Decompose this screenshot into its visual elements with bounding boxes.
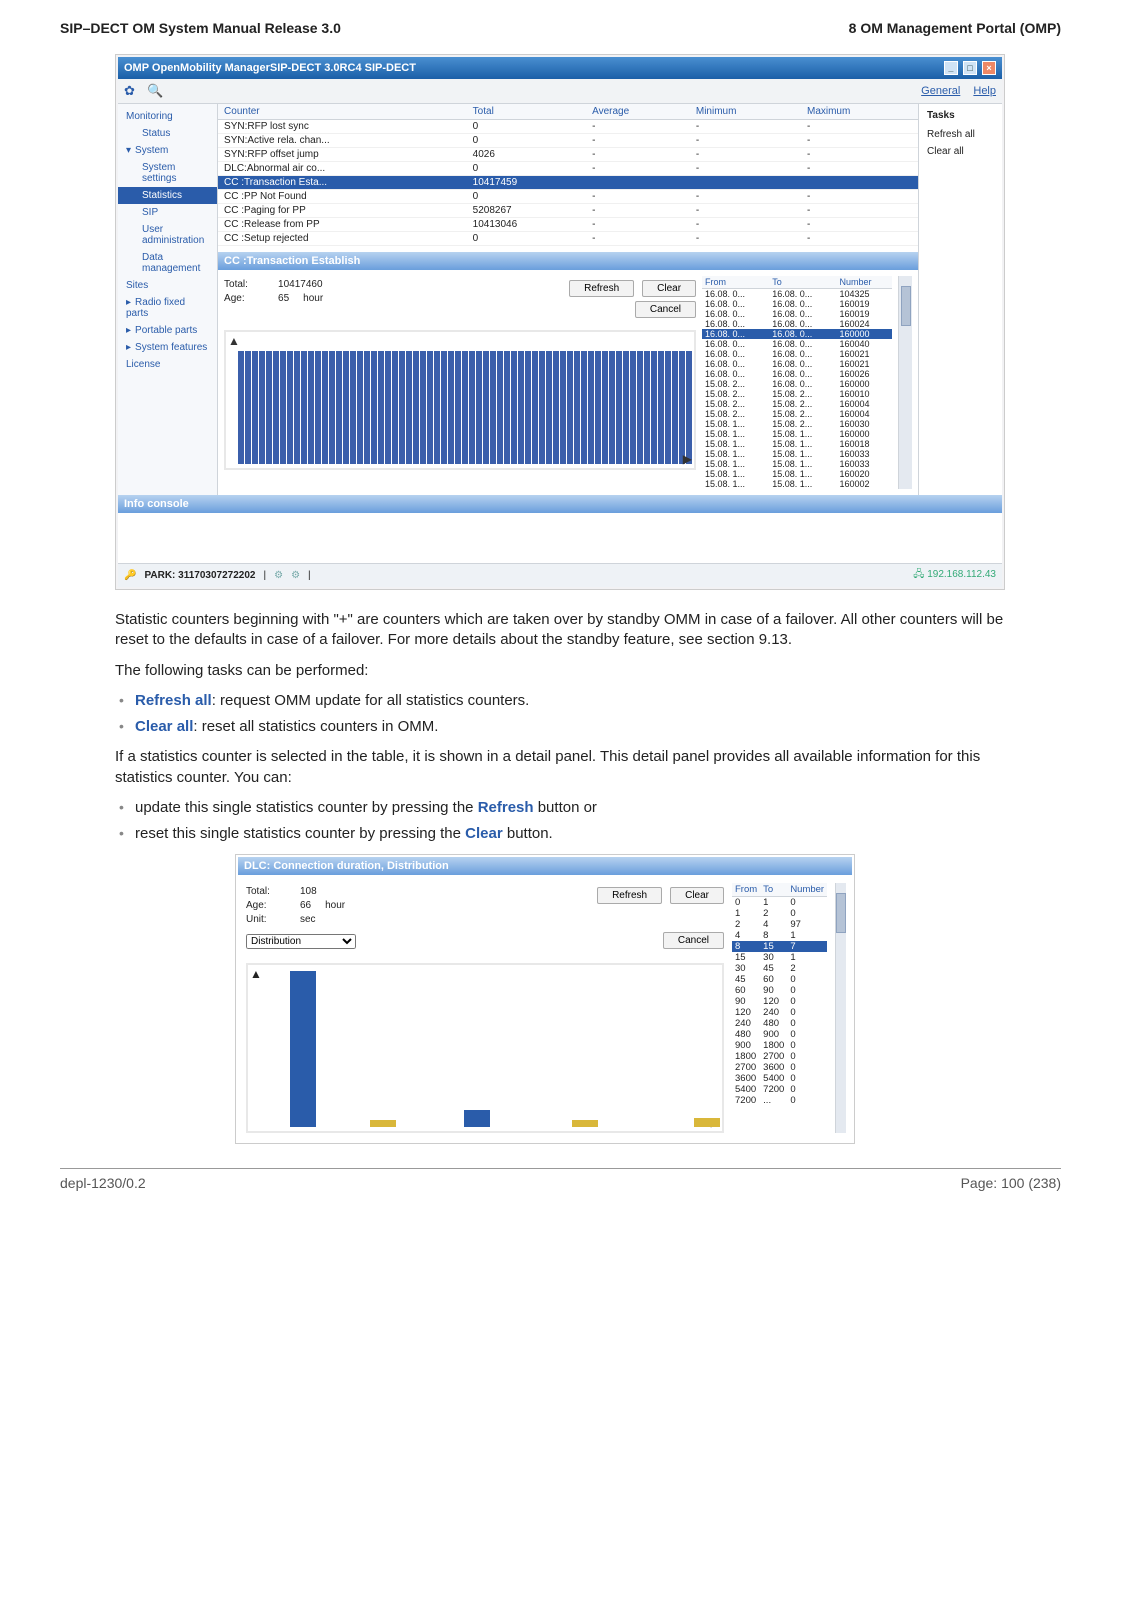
close-icon[interactable]: × (982, 61, 996, 75)
page-header: SIP–DECT OM System Manual Release 3.0 8 … (60, 20, 1061, 36)
page-footer: depl-1230/0.2 Page: 100 (238) (60, 1175, 1061, 1191)
ip-address: 192.168.112.43 (927, 569, 996, 580)
axis2-up-icon: ▲ (250, 967, 262, 981)
bullet-clear-all: Clear all: reset all statistics counters… (115, 717, 1005, 737)
nav-radio-fixed[interactable]: ▸Radio fixed parts (118, 294, 217, 322)
window-title: OMP OpenMobility ManagerSIP-DECT 3.0RC4 … (124, 62, 416, 74)
paragraph-1: Statistic counters beginning with "+" ar… (115, 610, 1005, 651)
total-value: 10417460 (278, 279, 323, 290)
task-clear-all[interactable]: Clear all (927, 146, 994, 157)
status-bar: 🔑 PARK: 31170307272202 | ⚙ ⚙ | 🖧 192.168… (118, 563, 1002, 587)
detail-chart: ▲ ▶ (224, 330, 696, 470)
main-panel: CounterTotalAverageMinimumMaximum SYN:RF… (218, 104, 919, 495)
footer-rule (60, 1168, 1061, 1169)
info-console-header: Info console (118, 495, 1002, 513)
bullet-refresh-all: Refresh all: request OMM update for all … (115, 691, 1005, 711)
age-value: 65 (278, 293, 289, 304)
age2-label: Age: (246, 900, 286, 911)
window-titlebar: OMP OpenMobility ManagerSIP-DECT 3.0RC4 … (118, 57, 1002, 79)
body-text: Statistic counters beginning with "+" ar… (115, 610, 1005, 1144)
status-sep-1: | (263, 570, 266, 581)
age-label: Age: (224, 293, 264, 304)
unit2-value: sec (300, 914, 316, 925)
refresh-button[interactable]: Refresh (569, 280, 634, 297)
nav-sys-features[interactable]: ▸System features (118, 339, 217, 356)
nav-license[interactable]: License (118, 356, 217, 373)
screenshot-omp-statistics: OMP OpenMobility ManagerSIP-DECT 3.0RC4 … (115, 54, 1005, 590)
scrollbar[interactable] (898, 276, 912, 489)
refresh2-button[interactable]: Refresh (597, 887, 662, 904)
nav-statistics[interactable]: Statistics (118, 187, 217, 204)
nav-portable[interactable]: ▸Portable parts (118, 322, 217, 339)
header-right: 8 OM Management Portal (OMP) (849, 20, 1061, 36)
cancel-button[interactable]: Cancel (635, 301, 696, 318)
age2-unit: hour (325, 900, 345, 911)
nav-monitoring[interactable]: Monitoring (118, 108, 217, 125)
link-general[interactable]: General (921, 85, 960, 97)
distribution-chart: ▲ ▶ (246, 963, 724, 1133)
nav-system[interactable]: ▾System (118, 142, 217, 159)
maximize-icon[interactable]: □ (963, 61, 977, 75)
nav-sites[interactable]: Sites (118, 277, 217, 294)
search-icon[interactable]: 🔍 (147, 83, 163, 99)
clear2-button[interactable]: Clear (670, 887, 724, 904)
cancel2-button[interactable]: Cancel (663, 932, 724, 949)
screenshot-dlc-distribution: DLC: Connection duration, Distribution T… (235, 854, 855, 1144)
clear-button[interactable]: Clear (642, 280, 696, 297)
paragraph-3: If a statistics counter is selected in t… (115, 747, 1005, 788)
detail-title: CC :Transaction Establish (218, 252, 918, 270)
nav-user-admin[interactable]: User administration (118, 221, 217, 249)
total2-value: 108 (300, 886, 317, 897)
toolbar: ✿ 🔍 General Help (118, 79, 1002, 104)
header-left: SIP–DECT OM System Manual Release 3.0 (60, 20, 341, 36)
park-label: PARK: (144, 570, 175, 581)
distribution-table[interactable]: FromToNumber 010120249748181571530130452… (732, 883, 827, 1106)
age-unit: hour (303, 293, 323, 304)
task-refresh-all[interactable]: Refresh all (927, 129, 994, 140)
bullet-update: update this single statistics counter by… (115, 798, 1005, 818)
footer-right: Page: 100 (238) (961, 1175, 1061, 1191)
status-sep-2: | (308, 570, 311, 581)
nav-sip[interactable]: SIP (118, 204, 217, 221)
total2-label: Total: (246, 886, 286, 897)
minimize-icon[interactable]: _ (944, 61, 958, 75)
unit2-label: Unit: (246, 914, 286, 925)
age2-value: 66 (300, 900, 311, 911)
network-icon: 🖧 (913, 569, 924, 580)
nav-data-mgmt[interactable]: Data management (118, 249, 217, 277)
status-icon-2: ⚙ (291, 570, 300, 581)
total-label: Total: (224, 279, 264, 290)
link-help[interactable]: Help (973, 85, 996, 97)
paragraph-2: The following tasks can be performed: (115, 661, 1005, 681)
footer-left: depl-1230/0.2 (60, 1175, 146, 1191)
nav-system-settings[interactable]: System settings (118, 159, 217, 187)
tasks-heading: Tasks (927, 110, 994, 121)
nav-tree: Monitoring Status ▾System System setting… (118, 104, 218, 495)
park-value: 31170307272202 (178, 570, 255, 581)
tasks-panel: Tasks Refresh all Clear all (919, 104, 1002, 495)
detail-interval-table[interactable]: FromToNumber 16.08. 0...16.08. 0...10432… (702, 276, 892, 489)
stats-table[interactable]: CounterTotalAverageMinimumMaximum SYN:RF… (218, 104, 918, 246)
distribution-select[interactable]: Distribution (246, 934, 356, 949)
key-icon: 🔑 (124, 570, 136, 581)
nav-status[interactable]: Status (118, 125, 217, 142)
axis-right-icon: ▶ (683, 452, 692, 466)
gear-icon[interactable]: ✿ (124, 83, 140, 99)
window-control-buttons: _ □ × (942, 61, 996, 75)
scrollbar2[interactable] (835, 883, 846, 1133)
info-console-body (118, 513, 1002, 563)
axis-up-icon: ▲ (228, 334, 240, 348)
status-icon-1: ⚙ (274, 570, 283, 581)
detail2-title: DLC: Connection duration, Distribution (238, 857, 852, 875)
bullet-reset: reset this single statistics counter by … (115, 824, 1005, 844)
